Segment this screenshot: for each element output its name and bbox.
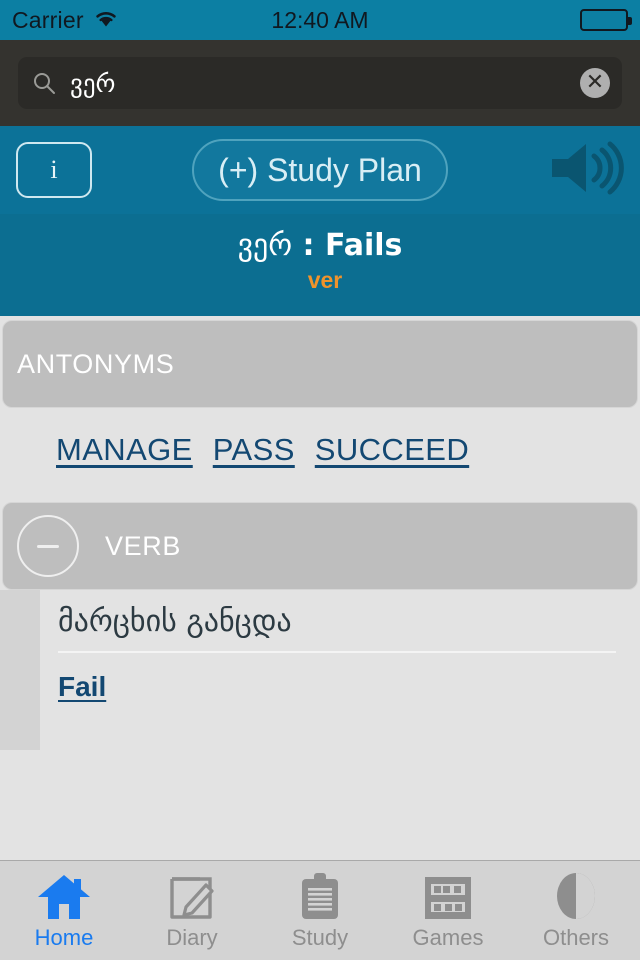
verb-sense: მარცხის განცდა Fail — [0, 590, 640, 750]
battery-full-icon — [580, 9, 632, 31]
antonym-link[interactable]: MANAGE — [56, 432, 193, 468]
minus-circle-icon[interactable] — [17, 515, 79, 577]
tab-label: Games — [412, 924, 484, 950]
word-transliteration: ver — [307, 267, 343, 293]
tab-label: Study — [291, 924, 349, 950]
antonym-list: MANAGE PASS SUCCEED — [0, 408, 640, 498]
word-term: ვერ — [237, 228, 293, 263]
speaker-icon — [546, 139, 624, 202]
tab-bar: Home Diary Study Games Others — [0, 860, 640, 960]
tab-label: Diary — [166, 924, 218, 950]
sense-content: მარცხის განცდა Fail — [40, 590, 640, 750]
tab-others[interactable]: Others — [512, 861, 640, 960]
abacus-icon — [421, 871, 475, 921]
home-icon — [36, 871, 92, 921]
section-title: VERB — [105, 530, 181, 561]
info-button[interactable]: i — [16, 142, 92, 198]
section-header-verb[interactable]: VERB — [2, 502, 638, 590]
tab-games[interactable]: Games — [384, 861, 512, 960]
sense-definition: მარცხის განცდა — [58, 604, 292, 639]
antonym-link[interactable]: SUCCEED — [315, 432, 469, 468]
word-translation: Fails — [324, 228, 403, 263]
tab-diary[interactable]: Diary — [128, 861, 256, 960]
tab-label: Others — [542, 924, 610, 950]
carrier-label: Carrier — [12, 6, 84, 33]
sense-link[interactable]: Fail — [58, 671, 106, 702]
sense-gutter — [0, 590, 40, 750]
clear-search-button[interactable]: ✕ — [580, 68, 610, 98]
speaker-button[interactable] — [546, 141, 624, 199]
antonym-link[interactable]: PASS — [213, 432, 295, 468]
search-icon — [32, 71, 56, 95]
section-title: ANTONYMS — [17, 348, 175, 379]
tab-home[interactable]: Home — [0, 861, 128, 960]
divider — [58, 651, 616, 653]
tab-study[interactable]: Study — [256, 861, 384, 960]
search-bar: ვერ ✕ — [0, 40, 640, 126]
clipboard-icon — [298, 871, 342, 921]
pie-chart-icon — [552, 871, 600, 921]
tab-label: Home — [34, 924, 94, 950]
content-area: ANTONYMS MANAGE PASS SUCCEED VERB მარცხი… — [0, 320, 640, 750]
page-title: ვერ : Fails — [0, 228, 640, 263]
section-header-antonyms[interactable]: ANTONYMS — [2, 320, 638, 408]
status-bar: Carrier 12:40 AM — [0, 0, 640, 40]
wifi-icon — [93, 8, 119, 33]
search-value: ვერ — [70, 68, 116, 98]
word-header: ვერ : Fails ver — [0, 214, 640, 316]
action-toolbar: i (+) Study Plan — [0, 126, 640, 214]
note-edit-icon — [166, 871, 218, 921]
word-separator: : — [292, 228, 325, 263]
add-study-plan-button[interactable]: (+) Study Plan — [192, 139, 448, 201]
search-input[interactable]: ვერ ✕ — [18, 57, 622, 109]
